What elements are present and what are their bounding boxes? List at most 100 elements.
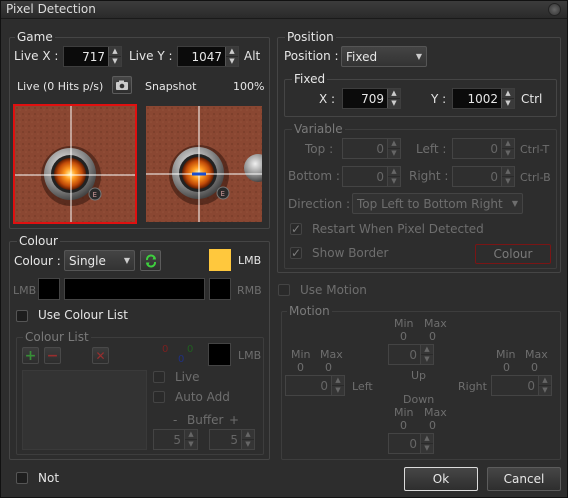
live-x-stepper[interactable]: ▲ ▼	[108, 47, 121, 66]
chevron-down-icon: ▼	[123, 256, 131, 265]
live-y-input[interactable]: 1047 ▲ ▼	[177, 46, 239, 67]
checkmark-icon: ✓	[291, 246, 302, 260]
restart-checkbox[interactable]: ✓	[290, 223, 302, 235]
game-group-label: Game	[15, 30, 55, 44]
down-stepper[interactable]: ▲ ▼	[420, 434, 433, 453]
close-icon: ✕	[95, 348, 106, 363]
motion-left-input[interactable]: 0 ▲ ▼	[285, 375, 345, 396]
up-max-value: 0	[429, 330, 436, 343]
motion-group-label: Motion	[287, 304, 332, 318]
colour-mode-label: Colour :	[14, 254, 61, 268]
snapshot-image[interactable]: E	[146, 106, 262, 222]
live-checkbox[interactable]	[153, 371, 165, 383]
position-group-label: Position	[285, 30, 336, 44]
colour-list-swatch[interactable]	[208, 343, 231, 366]
lmb-pixel-label: LMB	[13, 284, 37, 297]
svg-text:E: E	[93, 191, 97, 199]
live-x-input[interactable]: 717 ▲ ▼	[63, 46, 122, 67]
title-bar: Pixel Detection	[1, 1, 567, 19]
fixed-x-label: X :	[319, 92, 336, 106]
motion-right-input[interactable]: 0 ▲ ▼	[491, 375, 552, 396]
alt-hotkey-label: Alt	[244, 49, 261, 63]
close-icon[interactable]	[548, 3, 561, 16]
right-label: Right :	[409, 169, 449, 183]
motion-left-stepper[interactable]: ▲ ▼	[331, 376, 344, 395]
refresh-colour-button[interactable]	[140, 250, 161, 271]
buffer-max-stepper[interactable]: ▲ ▼	[241, 430, 254, 449]
motion-right-stepper[interactable]: ▲ ▼	[538, 376, 551, 395]
top-label: Top :	[305, 142, 334, 156]
bottom-label: Bottom :	[288, 169, 340, 183]
up-min-value: 0	[400, 330, 407, 343]
buffer-min-stepper[interactable]: ▲ ▼	[184, 430, 197, 449]
left-min-value: 0	[297, 361, 304, 374]
right-input[interactable]: 0 ▲ ▼	[452, 166, 515, 187]
use-motion-checkbox[interactable]	[278, 284, 290, 296]
show-border-checkbox[interactable]: ✓	[290, 247, 302, 259]
live-y-label: Live Y :	[129, 49, 173, 63]
colour-list-lmb-label: LMB	[238, 349, 262, 362]
live-preview-image[interactable]: E	[13, 104, 137, 224]
add-colour-button[interactable]: +	[22, 347, 39, 364]
fixed-y-stepper[interactable]: ▲ ▼	[501, 89, 514, 108]
right-stepper[interactable]: ▲ ▼	[501, 167, 514, 186]
buffer-label: Buffer	[187, 413, 224, 427]
fixed-group-label: Fixed	[292, 72, 328, 86]
position-mode-select[interactable]: Fixed ▼	[341, 46, 427, 67]
left-max-value: 0	[325, 361, 332, 374]
bottom-input[interactable]: 0 ▲ ▼	[342, 166, 401, 187]
live-y-stepper[interactable]: ▲ ▼	[225, 47, 238, 66]
not-checkbox[interactable]	[16, 472, 28, 484]
top-input[interactable]: 0 ▲ ▼	[342, 138, 401, 159]
down-input[interactable]: 0 ▲ ▼	[388, 433, 434, 454]
left-stepper[interactable]: ▲ ▼	[501, 139, 514, 158]
direction-select[interactable]: Top Left to Bottom Right ▼	[352, 193, 523, 214]
motion-right-label: Right	[458, 380, 487, 393]
buffer-max-input[interactable]: 5 ▲ ▼	[209, 429, 255, 450]
live-label: Live	[175, 370, 200, 384]
right-min-value: 0	[503, 361, 510, 374]
window-title: Pixel Detection	[6, 2, 96, 16]
rgb-blue-value: 0	[178, 354, 185, 365]
motion-left-label: Left	[352, 380, 373, 393]
lmb-swatch-label: LMB	[238, 254, 262, 267]
colour-list-box[interactable]	[22, 370, 147, 450]
bottom-stepper[interactable]: ▲ ▼	[387, 167, 400, 186]
left-max-label: Max	[320, 348, 343, 361]
ok-button[interactable]: Ok	[404, 467, 478, 491]
live-status: Live (0 Hits p/s)	[17, 80, 104, 93]
fixed-x-stepper[interactable]: ▲ ▼	[387, 89, 400, 108]
border-colour-button[interactable]: Colour	[475, 244, 551, 264]
up-input[interactable]: 0 ▲ ▼	[388, 344, 434, 365]
cancel-button[interactable]: Cancel	[487, 467, 561, 491]
buffer-plus-label: +	[229, 413, 240, 427]
rmb-pixel-swatch[interactable]	[209, 278, 231, 300]
svg-text:E: E	[221, 190, 225, 198]
left-input[interactable]: 0 ▲ ▼	[452, 138, 515, 159]
rmb-pixel-label: RMB	[237, 284, 262, 297]
right-max-label: Max	[525, 348, 548, 361]
colour-mode-select[interactable]: Single ▼	[64, 250, 135, 271]
remove-colour-button[interactable]: −	[44, 347, 61, 364]
use-colour-list-checkbox[interactable]	[16, 310, 28, 322]
chevron-down-icon: ▼	[511, 199, 519, 208]
buffer-min-input[interactable]: 5 ▲ ▼	[153, 429, 198, 450]
down-min-value: 0	[400, 419, 407, 432]
colour-list-group-label: Colour List	[23, 330, 91, 344]
fixed-ctrl-hotkey: Ctrl	[521, 92, 543, 106]
ctrl-b-hotkey: Ctrl-B	[520, 171, 551, 184]
fixed-y-input[interactable]: 1002 ▲ ▼	[452, 88, 515, 109]
up-label: Up	[411, 369, 427, 382]
auto-add-checkbox[interactable]	[153, 391, 165, 403]
lmb-pixel-swatch[interactable]	[38, 278, 60, 300]
lmb-colour-swatch[interactable]	[209, 249, 231, 271]
top-stepper[interactable]: ▲ ▼	[387, 139, 400, 158]
up-stepper[interactable]: ▲ ▼	[420, 345, 433, 364]
left-min-label: Min	[291, 348, 311, 361]
left-label: Left :	[416, 142, 447, 156]
pixel-detection-window: Pixel Detection Game Live X : 717 ▲ ▼ Liv…	[0, 0, 568, 498]
fixed-x-input[interactable]: 709 ▲ ▼	[342, 88, 401, 109]
clear-colour-list-button[interactable]: ✕	[92, 347, 109, 364]
rgb-green-value: 0	[187, 344, 194, 355]
snapshot-button[interactable]	[112, 76, 132, 94]
